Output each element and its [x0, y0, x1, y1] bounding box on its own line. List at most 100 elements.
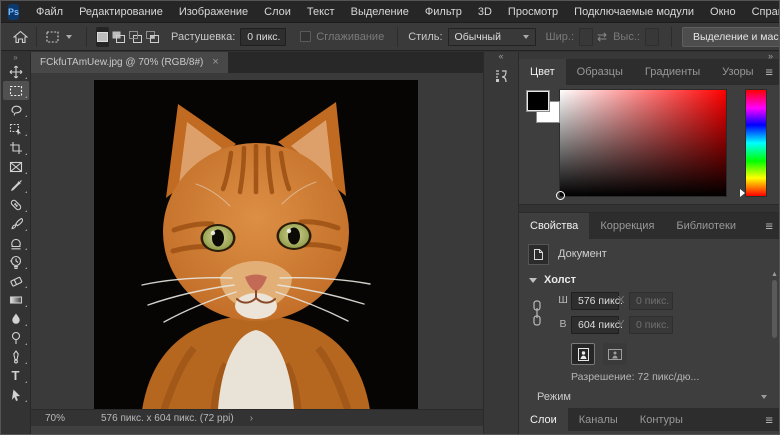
color-panel-menu-icon[interactable]: ≡: [765, 65, 773, 80]
layers-panel-tabs: Слои Каналы Контуры ≡: [519, 408, 780, 431]
width-input: [579, 28, 593, 46]
menu-view[interactable]: Просмотр: [500, 6, 566, 18]
orientation-buttons: [519, 337, 780, 367]
canvas-x-label: X: [615, 294, 627, 306]
color-panel: Цвет Образцы Градиенты Узоры ≡: [519, 59, 780, 204]
properties-panel-tabs: Свойства Коррекция Библиотеки ≡: [519, 213, 780, 239]
mode-row[interactable]: Режим: [519, 383, 780, 403]
clone-stamp-tool[interactable]: [3, 233, 29, 252]
canvas-width-label: Ш: [557, 294, 569, 306]
menu-type[interactable]: Текст: [299, 6, 343, 18]
hue-slider-marker[interactable]: [740, 189, 745, 197]
status-document-dimensions: 576 пикс. x 604 пикс. (72 ppi): [101, 413, 234, 424]
feather-input[interactable]: 0 пикс.: [240, 28, 286, 46]
expand-dock-icon[interactable]: «: [484, 52, 518, 60]
status-chevron-icon[interactable]: ›: [250, 413, 253, 424]
landscape-orientation-button[interactable]: [603, 343, 627, 365]
canvas-pasteboard[interactable]: [31, 73, 483, 409]
add-to-selection-mode-button[interactable]: [111, 27, 126, 47]
foreground-color-swatch[interactable]: [526, 90, 550, 112]
tab-channels[interactable]: Каналы: [568, 408, 629, 431]
color-panel-body: [519, 85, 780, 204]
canvas-section-header[interactable]: Холст: [519, 269, 780, 291]
properties-scrollbar[interactable]: ▲: [771, 271, 778, 394]
style-dropdown[interactable]: Обычный: [448, 28, 536, 46]
menu-3d[interactable]: 3D: [470, 6, 500, 18]
properties-panel-menu-icon[interactable]: ≡: [765, 219, 773, 234]
canvas-height-input[interactable]: 604 пикс.: [571, 316, 619, 334]
section-collapse-icon: [529, 278, 537, 283]
path-selection-tool[interactable]: [3, 385, 29, 404]
scroll-up-icon[interactable]: ▲: [771, 271, 778, 278]
portrait-orientation-button[interactable]: [571, 343, 595, 365]
frame-tool[interactable]: [3, 157, 29, 176]
spot-healing-brush-tool[interactable]: [3, 195, 29, 214]
menu-help[interactable]: Справка: [744, 6, 780, 18]
tab-layers[interactable]: Слои: [519, 408, 568, 431]
marquee-tool-preset-icon[interactable]: [45, 30, 60, 44]
panel-separator: [519, 204, 780, 213]
resolution-text: Разрешение: 72 пикс/дю...: [519, 367, 780, 383]
height-label: Выс.:: [613, 31, 640, 43]
layers-panel-menu-icon[interactable]: ≡: [765, 412, 773, 427]
tab-color[interactable]: Цвет: [519, 59, 566, 85]
pen-tool[interactable]: [3, 347, 29, 366]
gradient-tool[interactable]: [3, 290, 29, 309]
tab-paths[interactable]: Контуры: [629, 408, 694, 431]
document-tab[interactable]: FCkfuTAmUew.jpg @ 70% (RGB/8#) ×: [31, 52, 228, 73]
tab-gradients[interactable]: Градиенты: [634, 59, 711, 85]
menu-image[interactable]: Изображение: [171, 6, 256, 18]
crop-tool[interactable]: [3, 138, 29, 157]
select-and-mask-button[interactable]: Выделение и маска...: [682, 27, 780, 47]
tab-close-icon[interactable]: ×: [212, 57, 218, 68]
lasso-tool[interactable]: [3, 100, 29, 119]
menu-file[interactable]: Файл: [28, 6, 71, 18]
status-bar: 70% 576 пикс. x 604 пикс. (72 ppi) ›: [31, 409, 483, 426]
canvas-width-input[interactable]: 576 пикс.: [571, 292, 619, 310]
object-selection-tool[interactable]: [3, 119, 29, 138]
tab-swatches[interactable]: Образцы: [566, 59, 634, 85]
menu-layers[interactable]: Слои: [256, 6, 299, 18]
menu-edit[interactable]: Редактирование: [71, 6, 171, 18]
move-tool[interactable]: [3, 62, 29, 81]
options-bar: Растушевка: 0 пикс. Сглаживание Стиль: О…: [1, 23, 779, 51]
tab-adjustments[interactable]: Коррекция: [589, 213, 665, 239]
menu-select[interactable]: Выделение: [343, 6, 417, 18]
tool-bar: » T: [1, 52, 31, 434]
home-icon[interactable]: [13, 30, 28, 44]
scrollbar-thumb[interactable]: [772, 280, 777, 338]
tool-preset-chevron-icon[interactable]: [66, 35, 72, 39]
color-field-cursor[interactable]: [556, 191, 565, 200]
tab-patterns[interactable]: Узоры: [711, 59, 764, 85]
new-selection-mode-button[interactable]: [96, 27, 109, 47]
photoshop-window: Ps Файл Редактирование Изображение Слои …: [0, 0, 780, 435]
tab-properties[interactable]: Свойства: [519, 213, 589, 239]
canvas-height-label: В: [557, 318, 569, 330]
toolbar-overflow-icon[interactable]: »: [1, 52, 30, 62]
collapsed-panel-icon[interactable]: [488, 64, 514, 88]
cat-photo[interactable]: [94, 80, 418, 409]
brush-tool[interactable]: [3, 214, 29, 233]
eyedropper-tool[interactable]: [3, 176, 29, 195]
intersect-selection-mode-button[interactable]: [145, 27, 160, 47]
type-tool[interactable]: T: [3, 366, 29, 385]
dodge-tool[interactable]: [3, 328, 29, 347]
menu-filter[interactable]: Фильтр: [417, 6, 470, 18]
blur-tool[interactable]: [3, 309, 29, 328]
mode-chevron-icon: [761, 395, 767, 399]
canvas-x-input: 0 пикс.: [629, 292, 673, 310]
rectangular-marquee-tool[interactable]: [3, 81, 29, 100]
document-tab-bar: FCkfuTAmUew.jpg @ 70% (RGB/8#) ×: [31, 52, 483, 73]
menu-window[interactable]: Окно: [702, 6, 744, 18]
antialias-checkbox: [300, 31, 311, 42]
menu-plugins[interactable]: Подключаемые модули: [566, 6, 702, 18]
saturation-brightness-field[interactable]: [559, 89, 727, 197]
subtract-from-selection-mode-button[interactable]: [128, 27, 143, 47]
status-zoom-level[interactable]: 70%: [45, 413, 79, 424]
eraser-tool[interactable]: [3, 271, 29, 290]
history-brush-tool[interactable]: [3, 252, 29, 271]
swap-dimensions-icon: ⇄: [597, 30, 607, 44]
hue-slider[interactable]: [745, 89, 767, 197]
link-dimensions-icon[interactable]: [531, 295, 543, 333]
tab-libraries[interactable]: Библиотеки: [665, 213, 747, 239]
